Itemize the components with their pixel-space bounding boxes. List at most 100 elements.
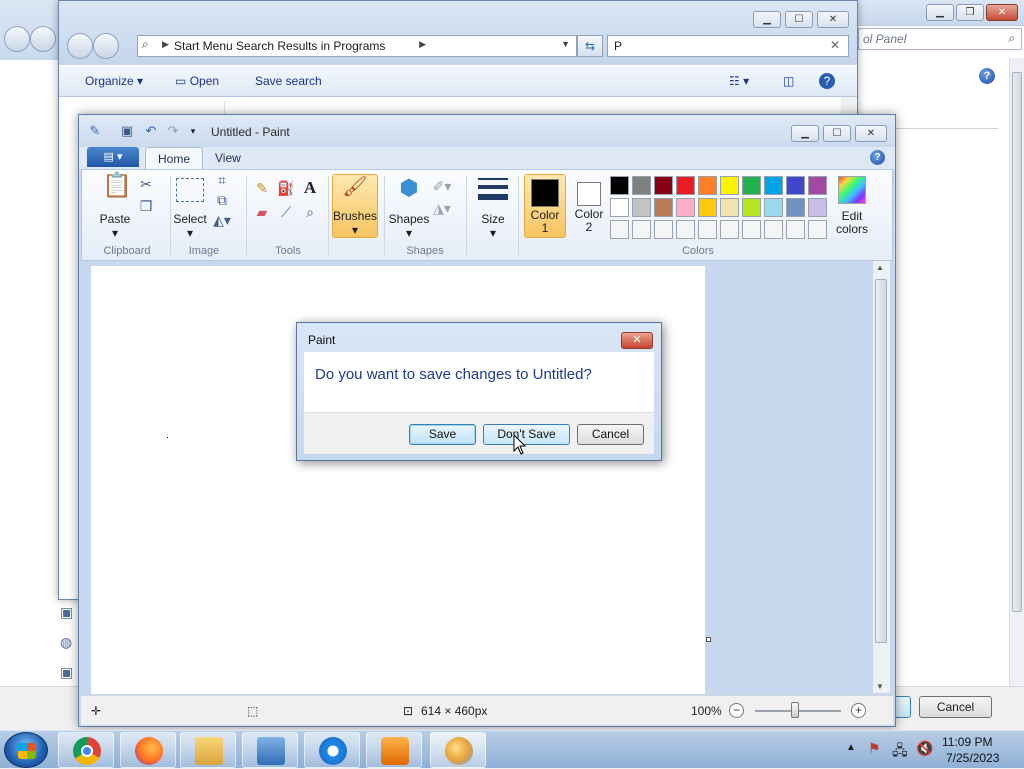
palette-swatch[interactable] (654, 198, 673, 217)
control-panel-scrollbar[interactable] (1009, 58, 1024, 698)
zoom-out-button[interactable]: − (729, 703, 744, 718)
chevron-right-icon[interactable]: ▶ (162, 39, 169, 50)
save-search-button[interactable]: Save search (255, 74, 322, 88)
maximize-button[interactable]: ☐ (823, 125, 851, 142)
size-button[interactable]: Size ▾ (472, 212, 514, 240)
scrollbar-thumb[interactable] (875, 279, 887, 643)
chevron-right-icon[interactable]: ▶ (419, 39, 426, 50)
control-panel-search-input[interactable]: ol Panel ⌕ (858, 28, 1022, 50)
color-picker-icon[interactable]: ⟋ (276, 202, 296, 222)
rotate-icon[interactable]: ◭▾ (212, 210, 232, 230)
palette-swatch[interactable] (676, 176, 695, 195)
shapes-icon[interactable]: ⬢ (394, 177, 424, 206)
scroll-up-icon[interactable]: ▲ (876, 263, 884, 272)
scroll-down-icon[interactable]: ▼ (876, 682, 884, 691)
eraser-icon[interactable]: ▰ (252, 202, 272, 222)
palette-swatch[interactable] (786, 176, 805, 195)
palette-swatch[interactable] (632, 198, 651, 217)
help-icon[interactable]: ? (870, 150, 885, 165)
palette-swatch[interactable] (698, 220, 717, 239)
save-icon[interactable]: ▣ (119, 123, 135, 139)
palette-swatch[interactable] (698, 176, 717, 195)
zoom-slider-thumb[interactable] (791, 702, 799, 718)
network-icon[interactable]: 🖧 (892, 740, 908, 764)
palette-swatch[interactable] (808, 198, 827, 217)
fill-shape-icon[interactable]: ◮▾ (432, 198, 452, 218)
canvas-resize-handle[interactable] (706, 637, 711, 642)
select-icon[interactable] (176, 178, 204, 202)
taskbar-paint[interactable] (430, 732, 486, 768)
crop-icon[interactable]: ⌗ (212, 170, 232, 190)
palette-swatch[interactable] (742, 176, 761, 195)
pencil-icon[interactable]: ✎ (252, 178, 272, 198)
back-button[interactable] (4, 26, 30, 52)
volume-muted-icon[interactable]: 🔇 (916, 740, 933, 757)
zoom-in-button[interactable]: + (851, 703, 866, 718)
palette-swatch[interactable] (676, 198, 695, 217)
palette-swatch[interactable] (720, 176, 739, 195)
size-icon[interactable] (478, 176, 508, 206)
copy-icon[interactable]: ❐ (136, 196, 156, 216)
clipboard-icon[interactable]: 📋 (102, 174, 132, 206)
close-button[interactable]: ✕ (986, 4, 1018, 21)
palette-swatch[interactable] (610, 198, 629, 217)
back-button[interactable] (67, 33, 93, 59)
palette-swatch[interactable] (742, 220, 761, 239)
color1-button[interactable]: Color 1 (524, 174, 566, 238)
palette-swatch[interactable] (764, 198, 783, 217)
refresh-button[interactable]: ⇆ (577, 35, 603, 57)
palette-swatch[interactable] (610, 176, 629, 195)
clear-icon[interactable]: ✕ (830, 38, 840, 52)
maximize-button[interactable]: ☐ (785, 11, 813, 28)
palette-swatch[interactable] (610, 220, 629, 239)
taskbar-internet-explorer[interactable] (304, 732, 360, 768)
taskbar-firefox[interactable] (120, 732, 176, 768)
canvas-vertical-scrollbar[interactable]: ▲ ▼ (873, 261, 890, 693)
cancel-button[interactable]: Cancel (919, 696, 992, 718)
help-icon[interactable]: ? (819, 73, 835, 89)
edit-colors-button[interactable]: Edit colors (828, 210, 876, 236)
scrollbar-thumb[interactable] (1012, 72, 1022, 612)
palette-swatch[interactable] (654, 220, 673, 239)
action-center-icon[interactable]: ⚑ (868, 740, 881, 757)
magnifier-icon[interactable]: ⌕ (300, 202, 320, 222)
close-button[interactable]: ✕ (817, 11, 849, 28)
file-menu-button[interactable]: ▤ ▾ (87, 147, 139, 167)
chevron-down-icon[interactable]: ▼ (561, 39, 570, 49)
show-hidden-icons-icon[interactable]: ▲ (846, 742, 856, 753)
palette-swatch[interactable] (698, 198, 717, 217)
taskbar-chrome[interactable] (58, 732, 114, 768)
clock-date[interactable]: 7/25/2023 (946, 751, 999, 765)
palette-swatch[interactable] (742, 198, 761, 217)
fill-icon[interactable]: ⛽ (276, 178, 296, 198)
organize-button[interactable]: Organize ▾ (85, 74, 143, 88)
view-icon[interactable]: ☷ ▾ (729, 74, 749, 88)
palette-swatch[interactable] (808, 220, 827, 239)
palette-swatch[interactable] (720, 220, 739, 239)
address-bar[interactable]: ⌕ ▶ Start Menu Search Results in Program… (137, 35, 577, 57)
taskbar-media-player[interactable] (366, 732, 422, 768)
save-button[interactable]: Save (409, 424, 476, 445)
forward-button[interactable] (30, 26, 56, 52)
palette-swatch[interactable] (676, 220, 695, 239)
redo-icon[interactable]: ↷ (165, 123, 181, 139)
palette-swatch[interactable] (808, 176, 827, 195)
close-button[interactable]: ✕ (855, 125, 887, 142)
brushes-button[interactable]: 🖌 Brushes ▾ (332, 174, 378, 238)
outline-icon[interactable]: ✐▾ (432, 176, 452, 196)
taskbar-explorer[interactable] (180, 732, 236, 768)
minimize-button[interactable]: ▁ (926, 4, 954, 21)
clock-time[interactable]: 11:09 PM (942, 735, 992, 749)
paint-app-icon[interactable]: ✎ (87, 123, 103, 139)
start-button[interactable] (4, 732, 48, 768)
explorer-scrollbar[interactable] (841, 97, 857, 115)
tab-view[interactable]: View (203, 147, 253, 169)
palette-swatch[interactable] (632, 176, 651, 195)
palette-swatch[interactable] (786, 198, 805, 217)
palette-swatch[interactable] (786, 220, 805, 239)
restore-button[interactable]: ❐ (956, 4, 984, 21)
paste-button[interactable]: Paste ▾ (90, 212, 140, 240)
palette-swatch[interactable] (632, 220, 651, 239)
palette-swatch[interactable] (654, 176, 673, 195)
shapes-button[interactable]: Shapes ▾ (386, 212, 432, 240)
